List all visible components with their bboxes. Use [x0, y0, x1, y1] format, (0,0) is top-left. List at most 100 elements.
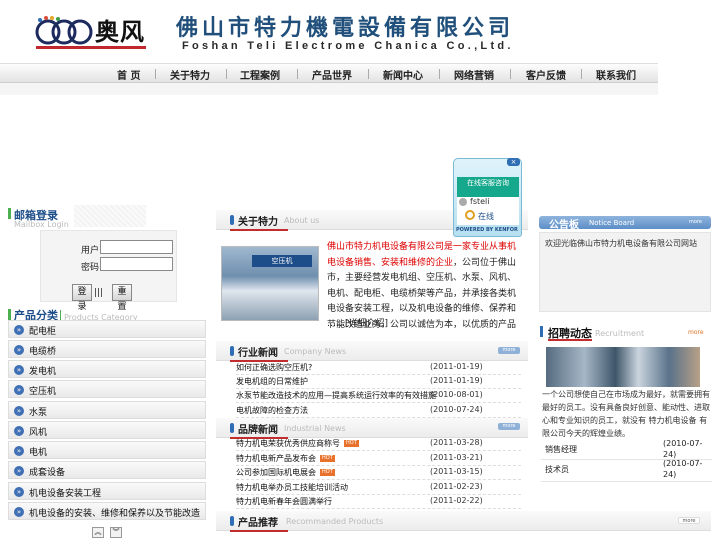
user-input[interactable]	[100, 240, 173, 254]
nav-marketing[interactable]: 网络营销	[454, 67, 494, 82]
news-row[interactable]: 公司参加国际机电展会 HOT (2011-03-15)	[236, 466, 521, 480]
nav-separator	[581, 69, 582, 79]
nav-separator	[368, 69, 369, 79]
bullet-arrow-icon: »	[14, 507, 24, 517]
chat-header: 在线客服咨询	[457, 177, 519, 197]
recruit-subtitle: Recruitment	[595, 329, 645, 338]
news-row[interactable]: 发电机组的日常维护 (2011-01-19)	[236, 375, 521, 389]
news-row[interactable]: 特力机电新春年会圆满举行 (2011-02-22)	[236, 495, 521, 509]
category-item[interactable]: » 配电柜	[8, 320, 206, 338]
nav-separator	[510, 69, 511, 79]
bullet-arrow-icon: »	[14, 406, 24, 416]
recommend-title: 产品推荐	[238, 518, 278, 529]
nav-separator	[226, 69, 227, 79]
products-title-divider	[60, 310, 61, 320]
news-row[interactable]: 特力机电新产品发布会 HOT (2011-03-21)	[236, 452, 521, 466]
category-item[interactable]: » 机电设备的安装、维修和保养以及节能改造…	[8, 502, 206, 520]
title-underline	[230, 530, 288, 532]
category-item[interactable]: » 电缆桥	[8, 340, 206, 358]
nav-about[interactable]: 关于特力	[170, 67, 210, 82]
bullet-arrow-icon: »	[14, 466, 24, 476]
section-dot-icon	[230, 346, 234, 356]
chat-user: fsteli	[470, 197, 490, 206]
notice-more-button[interactable]: more	[689, 219, 702, 225]
header-band	[0, 83, 658, 95]
category-item[interactable]: » 风机	[8, 421, 206, 439]
recruit-section-marker	[540, 326, 543, 337]
chat-powered-by: POWERED BY KENFOR	[456, 227, 518, 233]
company-name-cn: 佛山市特力機電設備有限公司	[176, 15, 515, 41]
login-button[interactable]: 登 录	[72, 284, 92, 312]
industry-news-subtitle: Company News	[284, 347, 347, 356]
close-icon[interactable]: ×	[507, 158, 520, 166]
brand-news-title: 品牌新闻	[238, 425, 278, 436]
job-row[interactable]: 销售经理 (2010-07-24)	[541, 438, 712, 460]
chat-online-link[interactable]: 在线	[478, 211, 494, 222]
logo-text: 奥风	[95, 17, 145, 46]
hot-badge: HOT	[320, 455, 335, 462]
news-row[interactable]: 特力机电荣获优秀供应商称号 HOT (2011-03-28)	[236, 437, 521, 451]
scroll-up-button[interactable]: ︽	[92, 527, 104, 538]
notice-box: 欢迎光临佛山市特力机电设备有限公司网站	[539, 232, 711, 312]
hot-badge: HOT	[320, 469, 335, 476]
category-item[interactable]: » 机电设备安装工程	[8, 482, 206, 500]
bullet-arrow-icon: »	[14, 426, 24, 436]
nav-separator	[297, 69, 298, 79]
category-item[interactable]: » 水泵	[8, 401, 206, 419]
products-section-marker	[8, 309, 11, 320]
news-row[interactable]: 电机故障的检查方法 (2010-07-24)	[236, 404, 521, 418]
reset-button[interactable]: 重 置	[112, 284, 132, 312]
image-sign: 空压机	[252, 255, 312, 267]
about-subtitle: About us	[284, 216, 320, 225]
login-title-pattern	[74, 205, 146, 227]
category-item[interactable]: » 发电机	[8, 360, 206, 378]
user-label: 用户:	[81, 246, 103, 256]
nav-products[interactable]: 产品世界	[312, 67, 352, 82]
notice-subtitle: Notice Board	[589, 219, 635, 227]
nav-home[interactable]: 首 页	[117, 67, 140, 82]
login-subtitle: Mailbox Login	[14, 220, 69, 229]
nav-separator	[155, 69, 156, 79]
brand-news-more-button[interactable]: more	[498, 423, 520, 430]
logo-underline	[36, 46, 146, 49]
category-item[interactable]: » 成套设备	[8, 461, 206, 479]
category-item[interactable]: » 电机	[8, 441, 206, 459]
brand-news-header: 品牌新闻 Industrial News more	[216, 418, 528, 439]
company-name-en: Foshan Teli Electrome Chanica Co.,Ltd.	[182, 40, 514, 52]
hot-badge: HOT	[344, 440, 359, 447]
nav-separator	[439, 69, 440, 79]
title-underline	[548, 339, 592, 341]
recommend-more-button[interactable]: more	[678, 517, 700, 524]
news-row[interactable]: 如何正确选购空压机? (2011-01-19)	[236, 361, 521, 375]
logo-rings-icon	[35, 16, 93, 45]
nav-contact[interactable]: 联系我们	[596, 67, 636, 82]
category-item[interactable]: » 空压机	[8, 380, 206, 398]
news-row[interactable]: 水泵节能改造技术的应用—提高系统运行效率的有效措施 (2010-08-01)	[236, 389, 521, 403]
nav-feedback[interactable]: 客户反馈	[526, 67, 566, 82]
industry-news-title: 行业新闻	[238, 348, 278, 359]
job-row[interactable]: 技术员 (2010-07-24)	[541, 459, 712, 482]
login-section-marker	[8, 208, 11, 219]
recruit-more-button[interactable]: more	[688, 329, 704, 336]
scroll-down-button[interactable]: ︾	[110, 527, 122, 538]
nav-cases[interactable]: 工程案例	[240, 67, 280, 82]
bullet-arrow-icon: »	[14, 365, 24, 375]
nav-news[interactable]: 新闻中心	[383, 67, 423, 82]
about-more-link[interactable]: ……[详细介绍]	[327, 316, 388, 329]
password-input[interactable]	[100, 257, 173, 271]
industry-news-more-button[interactable]: more	[498, 347, 520, 354]
brand-news-subtitle: Industrial News	[284, 424, 346, 433]
company-building-image: 空压机	[221, 246, 319, 321]
bullet-arrow-icon: »	[14, 345, 24, 355]
news-row[interactable]: 特力机电举办员工技能培训活动 (2011-02-23)	[236, 481, 521, 495]
chat-list: fsteli 在线	[457, 197, 519, 225]
bullet-arrow-icon: »	[14, 446, 24, 456]
recommend-header: 产品推荐 Recommanded Products more	[216, 511, 711, 532]
main-nav: 首 页 关于特力 工程案例 产品世界 新闻中心 网络营销 客户反馈 联系我们	[0, 63, 658, 83]
bullet-arrow-icon: »	[14, 487, 24, 497]
industry-news-header: 行业新闻 Company News more	[216, 341, 528, 362]
notice-title: 公告板	[549, 220, 579, 231]
recommend-subtitle: Recommanded Products	[286, 517, 384, 526]
about-title: 关于特力	[238, 217, 278, 228]
online-chat-popup[interactable]: × 在线客服咨询 fsteli 在线 POWERED BY KENFOR	[453, 158, 522, 237]
